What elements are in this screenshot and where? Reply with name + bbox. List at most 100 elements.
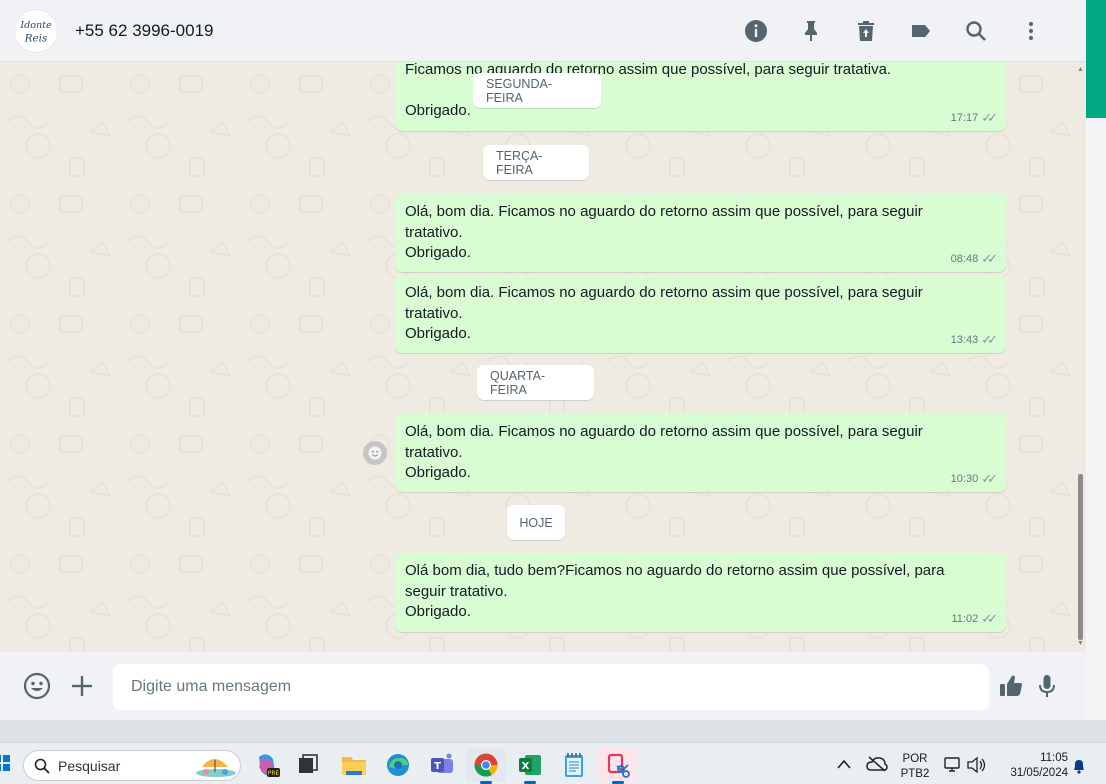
info-button[interactable] (728, 11, 783, 51)
notifications-button[interactable] (1071, 758, 1087, 779)
clock-time: 11:05 (1040, 752, 1068, 764)
contact-name[interactable]: +55 62 3996-0019 (75, 21, 214, 41)
scroll-thumb[interactable] (1078, 474, 1083, 640)
date-separator: SEGUNDA-FEIRA (473, 73, 601, 108)
message-time: 11:02 (951, 612, 979, 625)
read-ticks-icon: ✓✓ (981, 250, 998, 266)
windows-logo-icon (0, 755, 10, 771)
info-icon (744, 20, 767, 42)
svg-text:X: X (522, 761, 530, 772)
bell-icon (1074, 760, 1084, 774)
message-text: tratativo. (405, 443, 463, 461)
message-text: Obrigado. (405, 464, 471, 481)
menu-button[interactable] (1003, 11, 1058, 51)
bubble-tail (1004, 553, 1012, 561)
message-text: Obrigado. (405, 325, 471, 342)
trash-icon (857, 21, 874, 41)
taskbar-file-explorer[interactable] (334, 748, 374, 782)
message-time: 17:17 (950, 111, 979, 124)
message-meta: 08:48 ✓✓ (951, 249, 998, 270)
plus-icon (72, 676, 92, 696)
compose-bar (0, 652, 1086, 720)
reaction-button[interactable] (361, 439, 388, 466)
message-time: 13:43 (950, 333, 979, 346)
taskbar-task-view[interactable] (288, 748, 328, 782)
clock-date: 31/05/2024 (1010, 767, 1068, 779)
message-bubble[interactable]: Olá, bom dia. Ficamos no aguardo do reto… (395, 414, 1012, 492)
taskbar-copilot[interactable]: PRE (247, 748, 287, 782)
message-text: Olá bom dia, tudo bem?Ficamos no aguardo… (405, 562, 945, 579)
thumbs-up-icon (1000, 675, 1022, 696)
scroll-up-icon[interactable]: ▲ (1077, 66, 1084, 73)
notepad-icon (565, 753, 583, 777)
language-indicator[interactable]: POR PTB2 (898, 752, 932, 782)
read-ticks-icon: ✓✓ (981, 331, 998, 347)
message-meta: 10:30 ✓✓ (951, 469, 998, 490)
emoji-reaction-icon (362, 440, 387, 465)
label-icon (911, 25, 930, 37)
snipping-tool-icon (607, 753, 630, 778)
message-text: Obrigado. (405, 244, 471, 261)
emoji-icon (23, 672, 51, 700)
taskbar-edge[interactable] (378, 748, 418, 782)
chat-scrollbar[interactable]: ▲ ▼ (1076, 62, 1084, 652)
message-text: Olá, bom dia. Ficamos no aguardo do reto… (405, 423, 923, 440)
message-bubble[interactable]: Olá bom dia, tudo bem?Ficamos no aguardo… (395, 553, 1012, 632)
taskbar-snipping-tool[interactable] (598, 748, 638, 784)
delete-button[interactable] (838, 11, 893, 51)
message-time: 10:30 (950, 472, 979, 485)
message-bubble[interactable]: Olá, bom dia. Ficamos no aguardo do reto… (395, 194, 1012, 272)
message-text: tratativo. (405, 223, 463, 241)
taskbar-notepad[interactable] (554, 748, 594, 782)
bubble-tail (1004, 194, 1012, 202)
emoji-button[interactable] (15, 664, 59, 708)
read-ticks-icon: ✓✓ (981, 470, 998, 486)
svg-text:Reis: Reis (24, 32, 48, 44)
scroll-down-icon[interactable]: ▼ (1077, 640, 1084, 647)
chat-header: Idonte Reis +55 62 3996-0019 (0, 0, 1086, 62)
date-separator: QUARTA-FEIRA (477, 365, 594, 400)
pin-button[interactable] (783, 11, 838, 51)
edge-icon (387, 754, 409, 776)
search-icon (965, 21, 986, 41)
taskbar-excel[interactable]: X (510, 748, 550, 784)
chat-messages-area[interactable]: Ficamos no aguardo do retorno assim que … (0, 62, 1086, 652)
search-button[interactable] (948, 11, 1003, 51)
copilot-icon: PRE (259, 754, 280, 777)
cloud-offline-icon (866, 756, 888, 772)
date-separator: TERÇA-FEIRA (483, 145, 589, 180)
teams-icon: T (431, 753, 453, 773)
tray-chevron-button[interactable] (836, 757, 852, 775)
svg-text:Idonte: Idonte (19, 20, 52, 31)
avatar-logo: Idonte Reis (19, 20, 52, 44)
taskbar-search[interactable]: Pesquisar (23, 750, 241, 781)
header-actions (728, 0, 1058, 62)
taskbar-teams[interactable]: T (422, 748, 462, 782)
message-text: Olá, bom dia. Ficamos no aguardo do reto… (405, 284, 923, 301)
taskbar-chrome[interactable] (466, 748, 506, 784)
task-view-icon (299, 754, 318, 773)
language-code: POR (902, 753, 928, 765)
search-highlight-icon (196, 759, 236, 777)
message-text: seguir tratativo. (405, 582, 508, 600)
chevron-up-icon (837, 759, 851, 769)
pin-icon (804, 21, 817, 41)
contact-avatar[interactable]: Idonte Reis (14, 8, 58, 53)
tray-volume[interactable] (966, 756, 986, 779)
network-icon (944, 757, 960, 772)
message-text: tratativo. (405, 304, 463, 322)
message-bubble[interactable]: Olá, bom dia. Ficamos no aguardo do reto… (395, 275, 1006, 353)
microphone-icon (1039, 675, 1055, 697)
read-ticks-icon: ✓✓ (981, 610, 998, 626)
start-button[interactable] (0, 755, 10, 771)
chrome-icon (474, 753, 498, 777)
tray-network[interactable] (944, 756, 962, 779)
accent-bar (1086, 0, 1106, 118)
clock[interactable]: 11:05 31/05/2024 (998, 751, 1068, 781)
label-button[interactable] (893, 11, 948, 51)
message-input[interactable] (113, 664, 989, 710)
attach-button[interactable] (60, 664, 104, 708)
message-meta: 13:43 ✓✓ (951, 330, 998, 351)
tray-onedrive[interactable] (866, 756, 888, 777)
voice-button[interactable] (1025, 664, 1069, 708)
